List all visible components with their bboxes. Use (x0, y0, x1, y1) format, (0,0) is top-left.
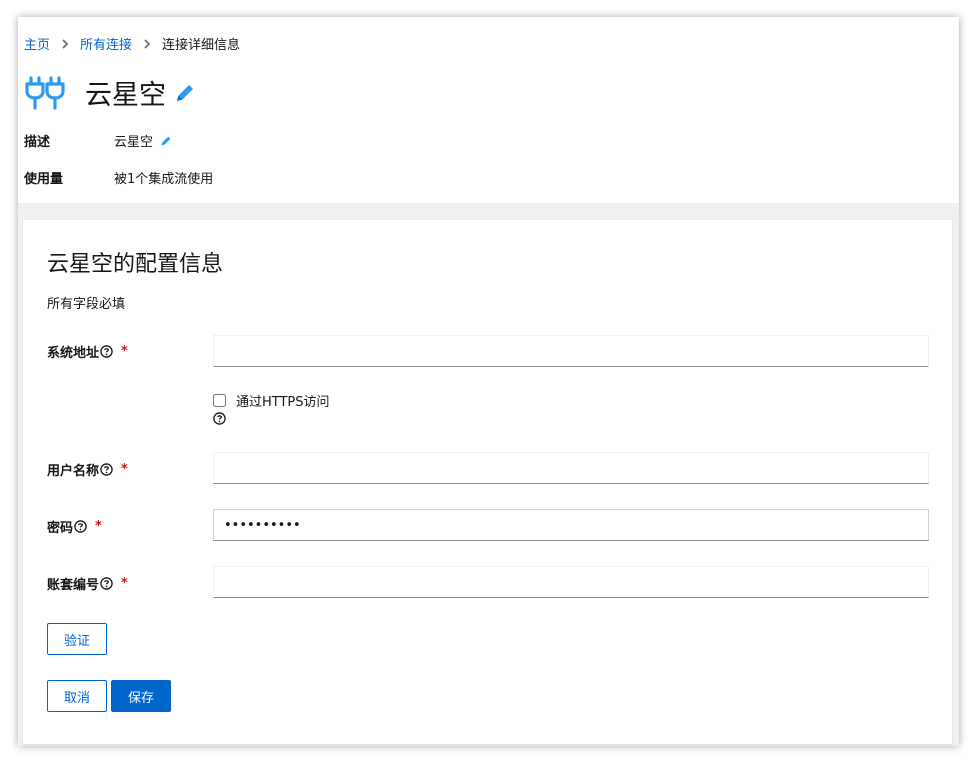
breadcrumb-home-link[interactable]: 主页 (24, 34, 50, 53)
required-asterisk: * (121, 462, 128, 477)
help-circle-icon[interactable] (74, 520, 87, 533)
config-subtitle: 所有字段必填 (47, 297, 126, 312)
verify-button[interactable]: 验证 (47, 623, 107, 655)
connector-plug-icon (24, 75, 66, 110)
https-checkbox-label: 通过HTTPS访问 (236, 395, 330, 410)
https-checkbox-row[interactable]: 通过HTTPS访问 (213, 391, 330, 410)
required-asterisk: * (121, 576, 128, 591)
password-label: 密码 * (47, 519, 102, 536)
help-circle-icon[interactable] (100, 577, 113, 590)
breadcrumb-current: 连接详细信息 (162, 38, 241, 53)
required-asterisk: * (121, 344, 128, 359)
system-address-input[interactable] (213, 335, 929, 367)
username-label: 用户名称 * (47, 462, 128, 479)
chevron-right-icon (61, 38, 69, 49)
breadcrumb-all-connections-link[interactable]: 所有连接 (80, 34, 132, 53)
cancel-button[interactable]: 取消 (47, 680, 107, 712)
connection-title-row: 云星空 (24, 73, 196, 112)
pencil-edit-icon[interactable] (160, 135, 172, 147)
account-number-input[interactable] (213, 566, 929, 598)
password-input[interactable] (213, 509, 929, 541)
usage-value: 被1个集成流使用 (114, 172, 214, 187)
pencil-edit-icon[interactable] (174, 82, 196, 104)
usage-row: 使用量 被1个集成流使用 (24, 168, 213, 187)
https-checkbox[interactable] (213, 394, 226, 407)
help-circle-icon[interactable] (100, 345, 113, 358)
system-address-label: 系统地址 * (47, 344, 128, 361)
connection-name-title: 云星空 (85, 80, 166, 111)
configuration-card: 云星空的配置信息 所有字段必填 系统地址 * 通过HTTPS访问 用户名称 * (23, 220, 952, 744)
chevron-right-icon (143, 38, 151, 49)
breadcrumb: 主页 所有连接 连接详细信息 (24, 34, 240, 53)
app-window: 主页 所有连接 连接详细信息 云星空 描述 云星空 使用量 被1个集成流使用 云… (18, 17, 959, 746)
page-header: 主页 所有连接 连接详细信息 云星空 描述 云星空 使用量 被1个集成流使用 (18, 17, 959, 203)
config-title: 云星空的配置信息 (47, 252, 224, 277)
description-row: 描述 云星空 (24, 131, 172, 150)
usage-label: 使用量 (24, 172, 64, 187)
save-button[interactable]: 保存 (111, 680, 171, 712)
description-label: 描述 (24, 135, 51, 150)
required-asterisk: * (95, 519, 102, 534)
account-number-label: 账套编号 * (47, 576, 128, 593)
description-value: 云星空 (114, 135, 154, 150)
username-input[interactable] (213, 452, 929, 484)
help-circle-icon[interactable] (213, 412, 226, 425)
help-circle-icon[interactable] (100, 463, 113, 476)
